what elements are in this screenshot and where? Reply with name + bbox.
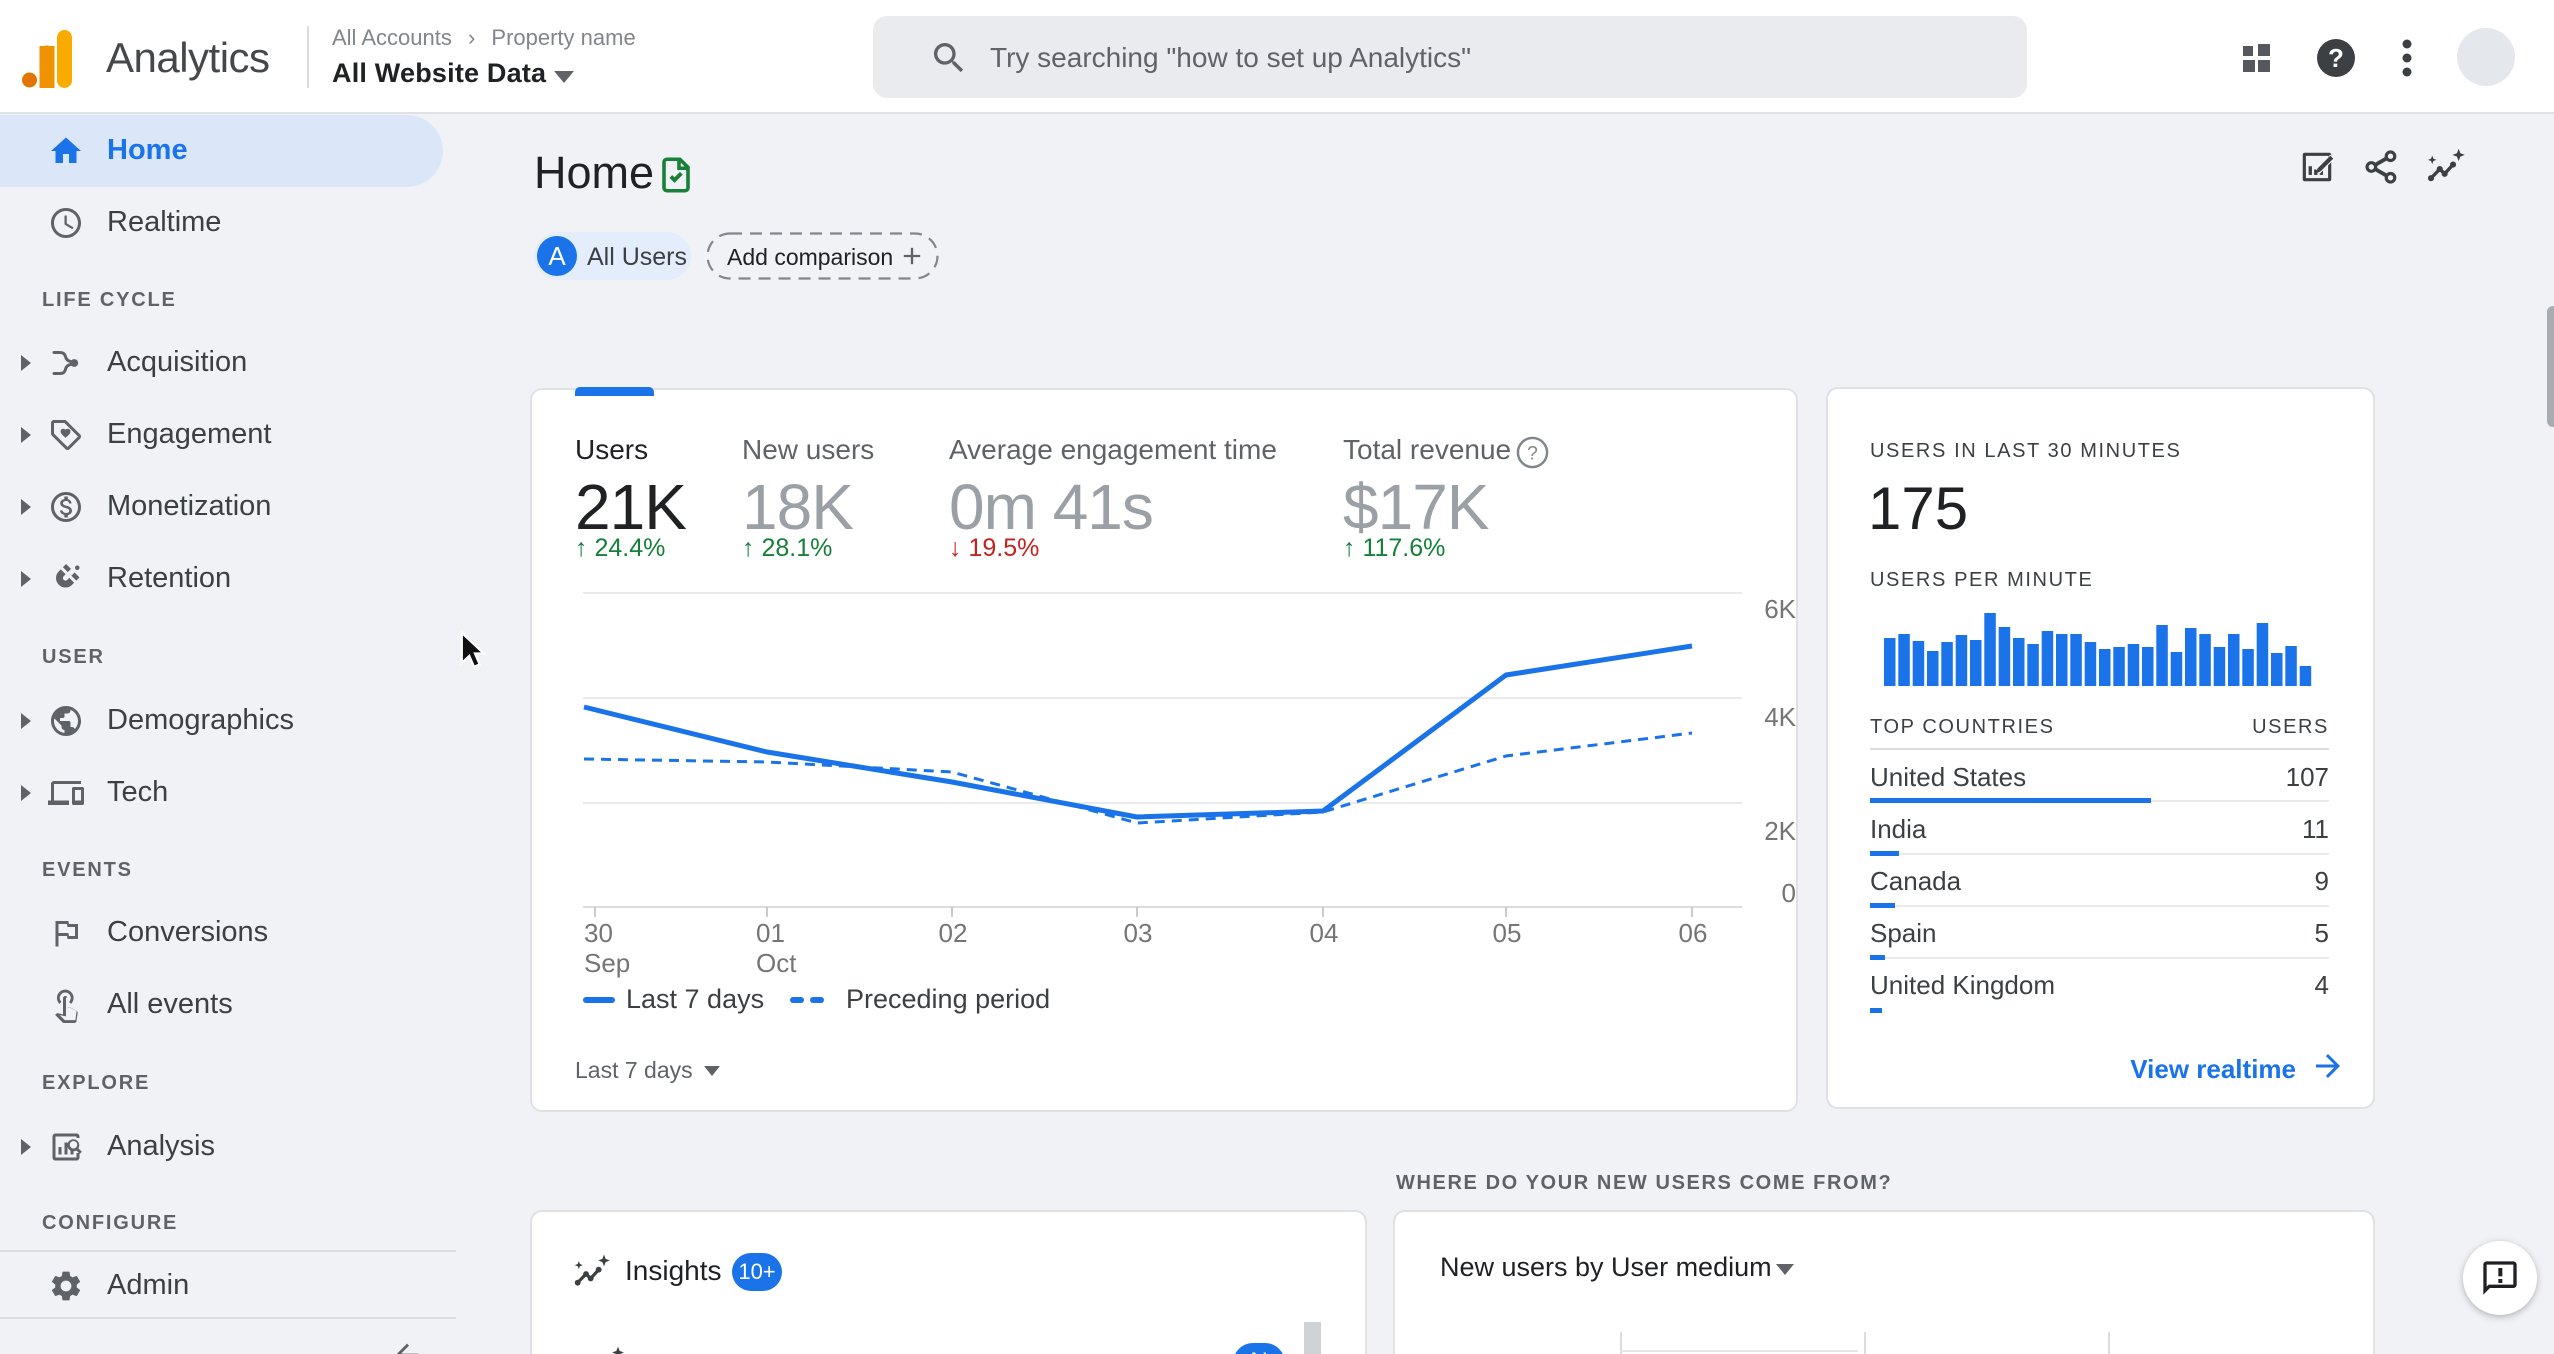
svg-text:?: ? — [2328, 43, 2344, 73]
svg-text:?: ? — [1527, 443, 1538, 464]
